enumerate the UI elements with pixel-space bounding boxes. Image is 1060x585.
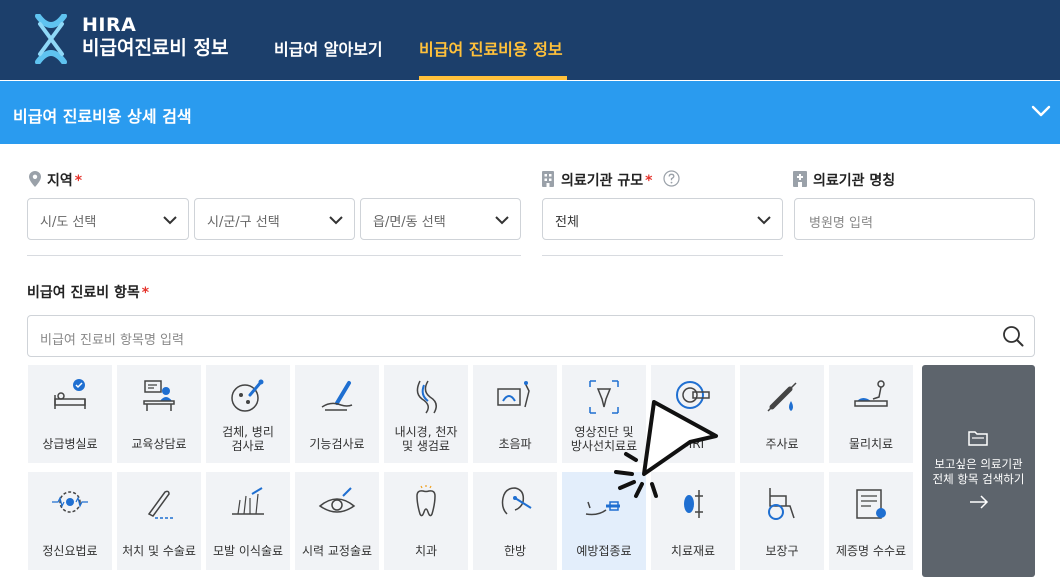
required-mark: *: [645, 173, 653, 189]
hospital-icon: [793, 171, 807, 187]
folder-icon: [968, 431, 988, 446]
category-tile-function-test[interactable]: 기능검사료: [295, 365, 379, 463]
chevron-down-icon: [163, 216, 177, 225]
nav-noncovered-cost-info[interactable]: 비급여 진료비용 정보: [419, 36, 563, 60]
category-label: 시력 교정술료: [301, 544, 373, 558]
oriental-medicine-icon: [501, 487, 532, 515]
category-tile-counseling[interactable]: 교육상담료: [117, 365, 201, 463]
category-label: 모발 이식술료: [212, 544, 284, 558]
category-label: 주사료: [765, 437, 799, 451]
hira-logo-icon[interactable]: [34, 14, 68, 64]
eye-surgery-icon: [318, 487, 356, 513]
consultation-icon: [143, 380, 175, 411]
category-label: 예방접종료: [576, 544, 632, 558]
item-label-text: 비급여 진료비 항목: [27, 285, 140, 301]
eupmyeondong-select-value: 읍/면/동 선택: [373, 215, 446, 230]
institution-name-label: 의료기관 명칭: [813, 173, 896, 189]
required-mark: *: [74, 173, 83, 189]
hair-transplant-icon: [232, 487, 264, 515]
required-mark: *: [141, 285, 150, 301]
active-nav-indicator: [419, 76, 567, 80]
divider: [542, 255, 783, 256]
wheelchair-icon: [768, 488, 795, 520]
brand[interactable]: HIRA 비급여진료비 정보: [82, 16, 228, 58]
category-tile-certificate-fee[interactable]: 제증명 수수료: [829, 472, 913, 570]
sigungu-select-value: 시/군/구 선택: [207, 215, 280, 230]
category-tile-psychotherapy[interactable]: 정신요법료: [28, 472, 112, 570]
sido-select-value: 시/도 선택: [40, 215, 97, 230]
category-label: 초음파: [498, 437, 532, 451]
help-question-icon[interactable]: [663, 170, 680, 187]
physical-therapy-icon: [854, 380, 888, 407]
brand-title: 비급여진료비 정보: [82, 37, 229, 59]
category-tile-premium-room[interactable]: 상급병실료: [28, 365, 112, 463]
function-test-icon: [321, 381, 353, 411]
eupmyeondong-select[interactable]: 읍/면/동 선택: [360, 198, 521, 240]
category-label: 치과: [414, 544, 438, 558]
category-tile-surgery[interactable]: 처치 및 수술료: [117, 472, 201, 570]
item-search-placeholder: 비급여 진료비 항목명 입력: [40, 333, 184, 348]
mouse-pointer-icon: [614, 400, 718, 498]
category-label: 내시경, 천자 및 생검료: [394, 425, 458, 453]
category-label: 한방: [503, 544, 527, 558]
region-label: 지역 *: [47, 170, 82, 190]
endoscope-icon: [416, 380, 437, 414]
psychotherapy-icon: [52, 491, 88, 513]
institution-scale-value: 전체: [555, 215, 579, 230]
ultrasound-icon: [497, 381, 530, 408]
arrow-right-icon: [970, 495, 989, 509]
category-label: 상급병실료: [42, 437, 98, 451]
institution-scale-label: 의료기관 규모 *: [561, 170, 652, 190]
chevron-down-icon: [329, 216, 343, 225]
category-tile-assistive-device[interactable]: 보장구: [740, 472, 824, 570]
category-label: 제증명 수수료: [835, 544, 907, 558]
item-search-input[interactable]: 비급여 진료비 항목명 입력: [27, 315, 1035, 357]
divider: [27, 255, 521, 256]
injection-icon: [767, 382, 797, 412]
category-tile-oriental-medicine[interactable]: 한방: [473, 472, 557, 570]
region-label-text: 지역: [47, 173, 73, 189]
item-label: 비급여 진료비 항목 *: [27, 282, 149, 302]
chevron-down-icon: [757, 216, 771, 225]
category-tile-injection[interactable]: 주사료: [740, 365, 824, 463]
category-tile-ultrasound[interactable]: 초음파: [473, 365, 557, 463]
category-tile-specimen[interactable]: 검체, 병리 검사료: [206, 365, 290, 463]
category-label: 정신요법료: [42, 544, 98, 558]
institution-scale-select[interactable]: 전체: [542, 198, 783, 240]
sido-select[interactable]: 시/도 선택: [27, 198, 189, 240]
detail-search-bar[interactable]: 비급여 진료비용 상세 검색: [0, 81, 1060, 144]
hospital-bed-icon: [54, 379, 86, 409]
location-pin-icon: [29, 171, 41, 187]
category-tile-physical-therapy[interactable]: 물리치료: [829, 365, 913, 463]
category-label: 처치 및 수술료: [122, 544, 196, 558]
specimen-test-icon: [231, 379, 264, 412]
view-all-items-button[interactable]: 보고싶은 의료기관 전체 항목 검색하기: [922, 365, 1035, 577]
brand-top-text: HIRA: [82, 14, 137, 36]
institution-scale-label-text: 의료기관 규모: [561, 173, 644, 189]
tooth-icon: [416, 485, 436, 517]
search-icon[interactable]: [1002, 325, 1024, 347]
category-label: 교육상담료: [131, 437, 187, 451]
category-label: 검체, 병리 검사료: [222, 425, 274, 453]
chevron-down-icon: [495, 216, 509, 225]
category-tile-eye-surgery[interactable]: 시력 교정술료: [295, 472, 379, 570]
category-label: 기능검사료: [309, 437, 365, 451]
building-icon: [542, 171, 554, 187]
category-tile-endoscopy[interactable]: 내시경, 천자 및 생검료: [384, 365, 468, 463]
category-label: 보장구: [765, 544, 799, 558]
category-label: 물리치료: [848, 437, 894, 451]
category-label: 치료재료: [670, 544, 716, 558]
category-tile-hair-transplant[interactable]: 모발 이식술료: [206, 472, 290, 570]
institution-name-input[interactable]: 병원명 입력: [794, 198, 1035, 240]
view-all-items-label: 보고싶은 의료기관 전체 항목 검색하기: [932, 457, 1025, 486]
top-header: HIRA 비급여진료비 정보 비급여 알아보기 비급여 진료비용 정보: [0, 0, 1060, 80]
sigungu-select[interactable]: 시/군/구 선택: [194, 198, 355, 240]
chevron-down-icon[interactable]: [1030, 100, 1052, 122]
surgery-icon: [147, 490, 175, 519]
section-title: 비급여 진료비용 상세 검색: [13, 107, 192, 126]
nav-learn-noncovered[interactable]: 비급여 알아보기: [274, 36, 383, 60]
category-tile-dental[interactable]: 치과: [384, 472, 468, 570]
certificate-icon: [856, 489, 886, 519]
institution-name-placeholder: 병원명 입력: [809, 216, 873, 231]
